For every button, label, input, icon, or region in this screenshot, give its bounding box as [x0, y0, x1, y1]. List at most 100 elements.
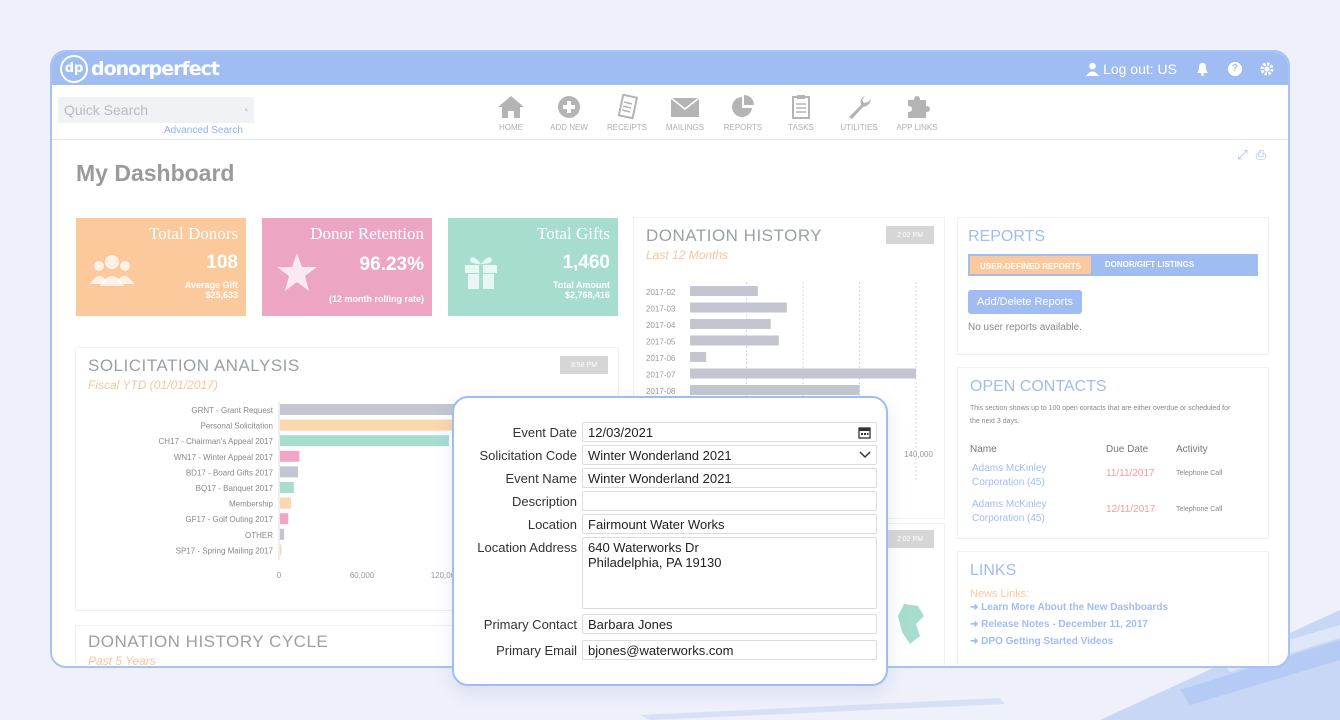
map-timestamp: 2:02 PM	[886, 530, 934, 548]
category-label: GF17 - Golf Outing 2017	[185, 515, 273, 524]
location-address-label: Location Address	[477, 540, 577, 555]
search-icon[interactable]	[245, 103, 248, 117]
nav-receipts[interactable]: RECEIPTS	[598, 94, 656, 132]
tab-donor-gift-listings[interactable]: DONOR/GIFT LISTINGS	[1092, 254, 1258, 276]
home-icon	[498, 96, 524, 118]
stat-total-gifts[interactable]: Total Gifts 1,460 Total Amount $2,768,41…	[448, 218, 618, 316]
link-arrow-icon: ➜	[970, 619, 982, 630]
calendar-icon[interactable]	[858, 426, 871, 439]
bar	[280, 466, 298, 478]
event-name-label: Event Name	[505, 471, 577, 486]
bar	[280, 513, 289, 525]
bar	[280, 528, 285, 540]
reports-tabs: USER-DEFINED REPORTS DONOR/GIFT LISTINGS	[968, 254, 1258, 276]
contact-name[interactable]: Adams McKinley Corporation (45)	[972, 462, 1072, 490]
primary-email-row: Primary Email bjones@waterworks.com	[454, 640, 886, 660]
address-line-2: Philadelphia, PA 19130	[588, 555, 722, 570]
gear-icon[interactable]	[1260, 62, 1274, 76]
bar	[280, 482, 294, 493]
solicitation-title: SOLICITATION ANALYSIS	[88, 356, 300, 375]
nav-tasks[interactable]: TASKS	[772, 94, 830, 132]
nav-utilities-label: UTILITIES	[840, 123, 878, 132]
logout-link[interactable]: Log out: US	[1086, 61, 1177, 77]
people-icon	[90, 255, 134, 286]
tick-label: 0	[277, 571, 282, 580]
link-text: DPO Getting Started Videos	[981, 636, 1114, 647]
main-nav: HOME ADD NEW RECEIPTS MAILINGS REPORTS T…	[482, 94, 946, 132]
location-row: Location Fairmount Water Works	[454, 514, 886, 534]
category-label: WN17 - Winter Appeal 2017	[174, 453, 274, 462]
location-address-row: Location Address 640 Waterworks Dr Phila…	[454, 537, 886, 609]
nav-app-links[interactable]: APP LINKS	[888, 94, 946, 132]
description-input[interactable]	[582, 491, 877, 511]
stat-retention-sub: (12 month rolling rate)	[328, 294, 424, 304]
pie-chart-icon	[732, 95, 754, 117]
map-shape	[898, 604, 924, 644]
tab-user-defined-reports[interactable]: USER-DEFINED REPORTS	[968, 254, 1093, 276]
col-due-date: Due Date	[1106, 444, 1149, 455]
stat-gifts-sub2: $2,768,416	[564, 290, 610, 300]
clipboard-icon	[792, 95, 810, 119]
description-row: Description	[454, 491, 886, 511]
toolbar: Advanced Search HOME ADD NEW RECEIPTS MA…	[52, 85, 1288, 140]
event-date-field[interactable]: 12/03/2021	[582, 422, 877, 442]
nav-mailings-label: MAILINGS	[665, 123, 705, 132]
category-label: 2017-08	[646, 387, 676, 396]
primary-contact-input[interactable]: Barbara Jones	[582, 614, 877, 634]
location-address-textarea[interactable]: 640 Waterworks Dr Philadelphia, PA 19130	[582, 537, 877, 609]
links-title: LINKS	[970, 562, 1017, 579]
nav-mailings[interactable]: MAILINGS	[656, 94, 714, 132]
open-contacts-note: This section shows up to 100 open contac…	[970, 405, 1231, 425]
bar	[280, 435, 449, 447]
print-icon[interactable]: ⎙	[1256, 147, 1266, 163]
stat-donor-retention[interactable]: Donor Retention 96.23% (12 month rolling…	[262, 218, 432, 316]
expand-icon[interactable]: ⤢	[1237, 147, 1247, 163]
event-name-input[interactable]: Winter Wonderland 2021	[582, 468, 877, 488]
link-item[interactable]: ➜ Release Notes - December 11, 2017	[970, 619, 1256, 630]
bell-icon[interactable]	[1195, 62, 1210, 76]
nav-home[interactable]: HOME	[482, 94, 540, 132]
bar	[280, 450, 300, 462]
primary-contact-label: Primary Contact	[483, 617, 577, 632]
location-input[interactable]: Fairmount Water Works	[582, 514, 877, 534]
event-date-value: 12/03/2021	[588, 424, 654, 440]
nav-home-label: HOME	[499, 123, 523, 132]
quick-search	[58, 97, 254, 123]
nav-reports[interactable]: REPORTS	[714, 94, 772, 132]
col-activity: Activity	[1176, 444, 1208, 455]
event-date-row: Event Date 12/03/2021	[454, 422, 886, 442]
stat-total-donors[interactable]: Total Donors 108 Average Gift $25,633	[76, 218, 246, 316]
link-text: Release Notes - December 11, 2017	[981, 619, 1148, 630]
solicitation-timestamp: 8:58 PM	[560, 356, 608, 374]
reports-title: REPORTS	[968, 228, 1046, 245]
add-delete-reports-button[interactable]: Add/Delete Reports	[968, 290, 1082, 314]
news-links-label: News Links:	[970, 588, 1030, 600]
solicitation-code-select[interactable]: Winter Wonderland 2021	[582, 445, 877, 465]
page-title: My Dashboard	[76, 160, 235, 186]
event-name-value: Winter Wonderland 2021	[588, 470, 732, 486]
stat-retention-title: Donor Retention	[310, 224, 424, 243]
nav-utilities[interactable]: UTILITIES	[830, 94, 888, 132]
category-label: CH17 - Chairman's Appeal 2017	[159, 437, 274, 446]
chevron-down-icon	[859, 451, 871, 459]
col-name: Name	[970, 444, 997, 455]
contact-activity: Telephone Call	[1176, 470, 1223, 477]
top-actions: Log out: US ?	[1086, 61, 1274, 77]
contact-due: 12/11/2017	[1106, 504, 1156, 515]
advanced-search-link[interactable]: Advanced Search	[164, 125, 243, 136]
donorperfect-logo[interactable]: dp donorperfect	[60, 54, 220, 83]
link-item[interactable]: ➜ Learn More About the New Dashboards	[970, 602, 1256, 613]
bar	[280, 544, 282, 556]
table-row[interactable]: Adams McKinley Corporation (45) 12/11/20…	[970, 498, 1260, 530]
donation-history-subtitle: Last 12 Months	[646, 248, 729, 262]
primary-email-input[interactable]: bjones@waterworks.com	[582, 640, 877, 660]
contact-name[interactable]: Adams McKinley Corporation (45)	[972, 498, 1072, 526]
nav-add-new[interactable]: ADD NEW	[540, 94, 598, 132]
help-icon[interactable]: ?	[1228, 61, 1242, 76]
bar	[690, 352, 707, 362]
links-panel: LINKS News Links: ➜ Learn More About the…	[958, 552, 1268, 666]
stat-donors-sub2: $25,633	[205, 290, 238, 300]
link-item[interactable]: ➜ DPO Getting Started Videos	[970, 636, 1256, 647]
table-row[interactable]: Adams McKinley Corporation (45) 11/11/20…	[970, 462, 1260, 494]
quick-search-input[interactable]	[64, 102, 245, 118]
